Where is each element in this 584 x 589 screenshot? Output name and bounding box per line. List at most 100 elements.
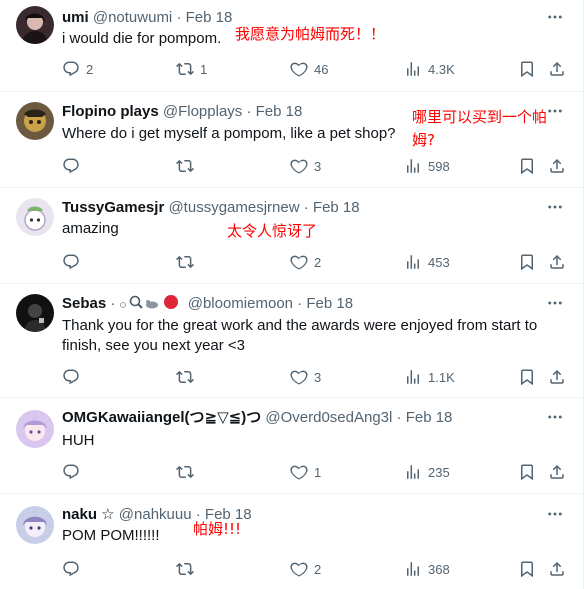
separator-dot: · bbox=[246, 103, 252, 120]
bookmark-button[interactable] bbox=[518, 558, 536, 580]
views-button[interactable]: 453 bbox=[404, 251, 450, 273]
repost-button[interactable] bbox=[176, 251, 200, 273]
user-handle[interactable]: @notuwumi bbox=[93, 9, 172, 26]
like-button[interactable]: 3 bbox=[290, 366, 321, 388]
views-button[interactable]: 4.3K bbox=[404, 58, 455, 80]
display-name[interactable]: TussyGamesjr bbox=[62, 199, 164, 216]
more-icon[interactable] bbox=[546, 294, 566, 314]
repost-icon bbox=[176, 560, 194, 578]
view-count: 453 bbox=[428, 254, 450, 270]
repost-button[interactable]: 1 bbox=[176, 58, 207, 80]
user-handle[interactable]: @nahkuuu bbox=[119, 506, 192, 523]
bookmark-icon bbox=[518, 560, 536, 578]
more-icon[interactable] bbox=[546, 505, 566, 525]
reply-feed: umi @notuwumi · Feb 18 i would die for p… bbox=[0, 0, 584, 589]
more-icon[interactable] bbox=[546, 8, 566, 28]
reply-icon bbox=[62, 253, 80, 271]
bookmark-button[interactable] bbox=[518, 251, 536, 273]
bookmark-button[interactable] bbox=[518, 366, 536, 388]
like-count: 46 bbox=[314, 61, 329, 77]
avatar[interactable] bbox=[16, 294, 54, 332]
reply-button[interactable] bbox=[62, 251, 86, 273]
user-handle[interactable]: @Flopplays bbox=[163, 103, 242, 120]
view-count: 598 bbox=[428, 158, 450, 174]
share-button[interactable] bbox=[548, 461, 566, 483]
translation-annotation: 帕姆!!! bbox=[193, 520, 242, 538]
avatar[interactable] bbox=[16, 6, 54, 44]
repost-button[interactable] bbox=[176, 558, 200, 580]
bookmark-button[interactable] bbox=[518, 58, 536, 80]
more-icon[interactable] bbox=[546, 198, 566, 218]
repost-icon bbox=[176, 253, 194, 271]
share-button[interactable] bbox=[548, 366, 566, 388]
tweet[interactable]: Flopino plays @Flopplays · Feb 18 Where … bbox=[0, 92, 584, 188]
tweet[interactable]: umi @notuwumi · Feb 18 i would die for p… bbox=[0, 0, 584, 92]
like-count: 2 bbox=[314, 254, 322, 270]
tweet-date[interactable]: Feb 18 bbox=[406, 409, 453, 426]
tweet-actions: 3 1.1K bbox=[62, 366, 574, 388]
user-handle[interactable]: @Overd0sedAng3l bbox=[265, 409, 392, 426]
views-button[interactable]: 368 bbox=[404, 558, 450, 580]
share-button[interactable] bbox=[548, 558, 566, 580]
display-name[interactable]: naku ☆ bbox=[62, 506, 115, 523]
like-button[interactable]: 3 bbox=[290, 155, 321, 177]
display-name[interactable]: Flopino plays bbox=[62, 103, 159, 120]
views-icon bbox=[404, 60, 422, 78]
tweet[interactable]: naku ☆ @nahkuuu · Feb 18 POM POM!!!!!! 帕… bbox=[0, 494, 584, 589]
reply-button[interactable] bbox=[62, 558, 86, 580]
tweet-date[interactable]: Feb 18 bbox=[306, 295, 353, 312]
tweet-date[interactable]: Feb 18 bbox=[186, 9, 233, 26]
tweet-date[interactable]: Feb 18 bbox=[313, 199, 360, 216]
like-button[interactable]: 1 bbox=[290, 461, 321, 483]
repost-button[interactable] bbox=[176, 461, 200, 483]
user-handle[interactable]: @tussygamesjrnew bbox=[168, 199, 299, 216]
translation-annotation: 我愿意为帕姆而死！！ bbox=[235, 25, 386, 43]
display-name[interactable]: umi bbox=[62, 9, 89, 26]
views-button[interactable]: 235 bbox=[404, 461, 450, 483]
display-name[interactable]: OMGKawaiiangel(つ≧▽≦)つ bbox=[62, 409, 261, 426]
share-icon bbox=[548, 560, 566, 578]
heart-icon bbox=[290, 560, 308, 578]
repost-icon bbox=[176, 463, 194, 481]
user-handle[interactable]: @bloomiemoon bbox=[188, 295, 293, 312]
reply-icon bbox=[62, 368, 80, 386]
translation-annotation: 姆? bbox=[412, 131, 435, 149]
more-icon[interactable] bbox=[546, 102, 566, 122]
bookmark-button[interactable] bbox=[518, 461, 536, 483]
views-button[interactable]: 598 bbox=[404, 155, 450, 177]
tweet-actions: 2 1 46 4.3K bbox=[62, 58, 574, 80]
like-button[interactable]: 46 bbox=[290, 58, 328, 80]
share-button[interactable] bbox=[548, 155, 566, 177]
reply-button[interactable]: 2 bbox=[62, 58, 93, 80]
tweet[interactable]: Sebas · @bloomiemoon · Feb 18 Thank you … bbox=[0, 284, 584, 398]
tweet[interactable]: TussyGamesjr @tussygamesjrnew · Feb 18 a… bbox=[0, 188, 584, 284]
views-button[interactable]: 1.1K bbox=[404, 366, 455, 388]
avatar[interactable] bbox=[16, 102, 54, 140]
bookmark-button[interactable] bbox=[518, 155, 536, 177]
bookmark-icon bbox=[518, 368, 536, 386]
like-button[interactable]: 2 bbox=[290, 251, 321, 273]
display-name[interactable]: Sebas bbox=[62, 295, 106, 312]
share-button[interactable] bbox=[548, 58, 566, 80]
like-count: 3 bbox=[314, 158, 322, 174]
like-count: 3 bbox=[314, 369, 322, 385]
avatar[interactable] bbox=[16, 410, 54, 448]
reply-button[interactable] bbox=[62, 155, 86, 177]
repost-button[interactable] bbox=[176, 366, 200, 388]
avatar[interactable] bbox=[16, 198, 54, 236]
more-icon[interactable] bbox=[546, 408, 566, 428]
avatar[interactable] bbox=[16, 506, 54, 544]
tweet-text: finish, see you next year <3 bbox=[62, 337, 246, 354]
reply-icon bbox=[62, 60, 80, 78]
reply-button[interactable] bbox=[62, 461, 86, 483]
like-button[interactable]: 2 bbox=[290, 558, 321, 580]
share-button[interactable] bbox=[548, 251, 566, 273]
tweet-date[interactable]: Feb 18 bbox=[256, 103, 303, 120]
share-icon bbox=[548, 463, 566, 481]
repost-button[interactable] bbox=[176, 155, 200, 177]
reply-button[interactable] bbox=[62, 366, 86, 388]
like-count: 1 bbox=[314, 464, 322, 480]
tweet[interactable]: OMGKawaiiangel(つ≧▽≦)つ @Overd0sedAng3l · … bbox=[0, 398, 584, 494]
share-icon bbox=[548, 368, 566, 386]
heart-icon bbox=[290, 253, 308, 271]
